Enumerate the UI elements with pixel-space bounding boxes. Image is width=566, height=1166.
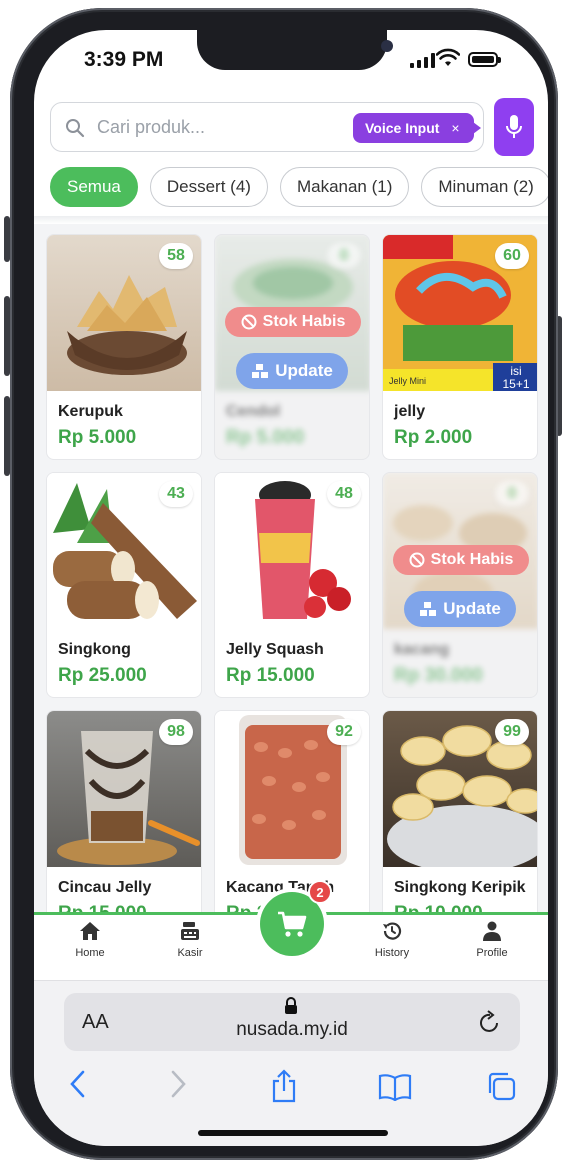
nav-kasir[interactable]: Kasir	[150, 921, 230, 959]
stock-badge: 60	[495, 243, 529, 269]
stock-badge: 48	[327, 481, 361, 507]
svg-text:isi: isi	[510, 364, 521, 378]
product-name: Kerupuk	[58, 403, 123, 420]
lock-icon	[285, 997, 297, 1014]
product-card[interactable]: 58 Kerupuk Rp 5.000	[46, 234, 202, 460]
stock-badge: 92	[327, 719, 361, 745]
product-name: Singkong	[58, 641, 131, 658]
out-of-stock-label: Stok Habis	[262, 313, 346, 330]
ban-icon	[241, 314, 257, 330]
cash-register-icon	[181, 922, 199, 940]
cart-count-badge: 2	[308, 880, 332, 904]
browser-chrome: AA nusada.my.id	[34, 980, 548, 1146]
category-chip-semua[interactable]: Semua	[50, 167, 138, 207]
product-card[interactable]: 0 kacang Rp 30.000 Stok Habis Update	[382, 472, 538, 698]
back-icon[interactable]	[68, 1069, 88, 1099]
tabs-icon[interactable]	[486, 1071, 516, 1101]
reload-icon[interactable]	[478, 1009, 502, 1035]
stock-badge: 0	[327, 243, 361, 269]
ban-icon	[409, 552, 425, 568]
notch	[197, 30, 393, 70]
product-name: Cendol	[226, 403, 281, 420]
category-chip-minuman[interactable]: Minuman (2)	[421, 167, 548, 207]
product-card[interactable]: 0 Cendol Rp 5.000 Stok Habis Update	[214, 234, 370, 460]
microphone-icon	[506, 115, 522, 138]
close-icon[interactable]: ×	[451, 120, 459, 136]
product-price: Rp 30.000	[394, 665, 483, 686]
battery-icon	[468, 52, 501, 67]
product-name: Singkong Keripik	[394, 879, 526, 896]
screen: 3:39 PM Voice Input ×	[34, 30, 548, 1146]
out-of-stock-badge: Stok Habis	[393, 545, 529, 575]
forward-icon[interactable]	[168, 1069, 188, 1099]
stock-badge: 0	[495, 481, 529, 507]
product-name: Cincau Jelly	[58, 879, 152, 896]
bookmarks-icon[interactable]	[378, 1073, 412, 1101]
stock-badge: 58	[159, 243, 193, 269]
product-card[interactable]: 99 Singkong Keripik Rp 10.000	[382, 710, 538, 914]
search-input[interactable]	[97, 113, 347, 141]
wifi-icon	[436, 48, 460, 66]
product-price: Rp 2.000	[394, 427, 473, 448]
category-divider	[34, 216, 548, 224]
camera-icon	[381, 40, 393, 52]
status-time: 3:39 PM	[84, 48, 164, 71]
history-icon	[383, 922, 402, 940]
product-name: kacang	[394, 641, 450, 658]
svg-text:Jelly Mini: Jelly Mini	[389, 376, 426, 386]
product-grid: 58 Kerupuk Rp 5.000 0 Cendol Rp 5.000 St…	[34, 224, 548, 914]
category-filter: Semua Dessert (4) Makanan (1) Minuman (2…	[50, 167, 548, 207]
update-stock-button[interactable]: Update	[404, 591, 516, 627]
boxes-icon	[252, 364, 269, 378]
stock-badge: 98	[159, 719, 193, 745]
home-icon	[80, 922, 100, 940]
product-card[interactable]: 43 Singkong Rp 25.000	[46, 472, 202, 698]
product-card[interactable]: 98 Cincau Jelly Rp 15.000	[46, 710, 202, 914]
product-price: Rp 5.000	[226, 427, 305, 448]
phone-frame: 3:39 PM Voice Input ×	[0, 0, 566, 1166]
voice-input-button[interactable]	[494, 98, 534, 156]
search-icon	[66, 119, 85, 138]
out-of-stock-label: Stok Habis	[430, 551, 514, 568]
nav-profile[interactable]: Profile	[452, 921, 532, 959]
out-of-stock-badge: Stok Habis	[225, 307, 361, 337]
nav-home[interactable]: Home	[50, 921, 130, 959]
category-chip-dessert[interactable]: Dessert (4)	[149, 167, 268, 207]
nav-profile-label: Profile	[476, 947, 508, 959]
product-name: jelly	[394, 403, 426, 420]
update-stock-button[interactable]: Update	[236, 353, 348, 389]
nav-history-label: History	[374, 947, 410, 959]
stock-badge: 43	[159, 481, 193, 507]
product-price: Rp 5.000	[58, 427, 137, 448]
svg-text:15+1: 15+1	[502, 377, 529, 391]
category-chip-makanan[interactable]: Makanan (1)	[279, 167, 410, 207]
shopping-cart-icon	[278, 911, 307, 937]
search-bar[interactable]: Voice Input ×	[50, 102, 484, 152]
product-name: Jelly Squash	[226, 641, 324, 658]
nav-home-label: Home	[75, 947, 105, 959]
product-price: Rp 25.000	[58, 665, 147, 686]
user-icon	[483, 921, 501, 941]
product-card[interactable]: isi 15+1 Jelly Mini 60 jelly Rp 2.000	[382, 234, 538, 460]
url-text: nusada.my.id	[236, 1019, 348, 1040]
product-price: Rp 15.000	[226, 665, 315, 686]
nav-history[interactable]: History	[352, 921, 432, 959]
status-bar: 3:39 PM	[34, 30, 548, 100]
voice-input-label: Voice Input	[365, 120, 440, 136]
cellular-signal-icon	[410, 52, 435, 68]
update-label: Update	[275, 361, 333, 380]
address-bar[interactable]: AA nusada.my.id	[64, 993, 520, 1051]
product-card[interactable]: 48 Jelly Squash Rp 15.000	[214, 472, 370, 698]
nav-kasir-label: Kasir	[177, 947, 203, 959]
update-label: Update	[443, 599, 501, 618]
product-card[interactable]: 92 Kacang Tanah Rp 25.000	[214, 710, 370, 914]
stock-badge: 99	[495, 719, 529, 745]
share-icon[interactable]	[270, 1069, 298, 1103]
voice-input-tooltip[interactable]: Voice Input ×	[353, 113, 481, 143]
home-indicator	[198, 1130, 388, 1136]
boxes-icon	[420, 602, 437, 616]
